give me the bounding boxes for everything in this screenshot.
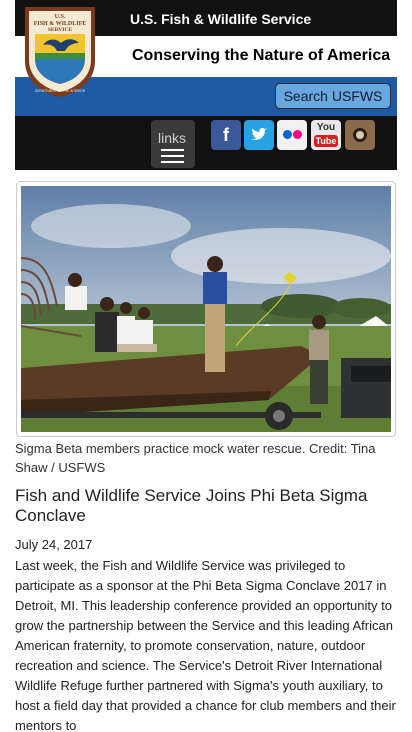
hamburger-icon-line (161, 155, 184, 157)
agency-name[interactable]: U.S. Fish & Wildlife Service (130, 11, 311, 27)
article-date: July 24, 2017 (15, 537, 93, 552)
instagram-icon[interactable] (345, 120, 375, 150)
hamburger-icon (161, 149, 184, 151)
logo-text-doi: DEPARTMENT OF THE INTERIOR (35, 89, 86, 93)
twitter-icon[interactable] (244, 120, 274, 150)
nav-bar: links f You Tube (15, 113, 397, 170)
flickr-blue-dot (283, 130, 292, 139)
youtube-you-text: You (316, 122, 336, 133)
logo-text-us: U.S. (55, 14, 66, 20)
site-tagline: Conserving the Nature of America (132, 47, 391, 64)
mock-water-rescue-photo (21, 186, 391, 432)
facebook-icon[interactable]: f (211, 120, 241, 150)
links-menu-button[interactable]: links (151, 120, 195, 168)
search-usfws-button[interactable]: Search USFWS (275, 83, 391, 109)
flickr-pink-dot (293, 130, 302, 139)
hamburger-icon-line (161, 161, 184, 163)
youtube-tube-text: Tube (314, 135, 338, 147)
article-photo (21, 186, 391, 432)
flickr-icon[interactable] (277, 120, 307, 150)
article-title: Fish and Wildlife Service Joins Phi Beta… (15, 486, 368, 525)
links-label: links (158, 130, 187, 146)
article-body: Last week, the Fish and Wildlife Service… (15, 558, 396, 732)
article-photo-frame (16, 181, 396, 437)
image-caption: Sigma Beta members practice mock water r… (15, 441, 376, 475)
usfws-logo-icon[interactable]: U.S. FISH & WILDLIFE SERVICE DEPARTMENT … (21, 3, 99, 99)
twitter-bird-icon (251, 127, 267, 140)
instagram-camera-lens (353, 128, 367, 142)
youtube-icon[interactable]: You Tube (311, 120, 341, 150)
logo-text-service: SERVICE (48, 27, 73, 33)
